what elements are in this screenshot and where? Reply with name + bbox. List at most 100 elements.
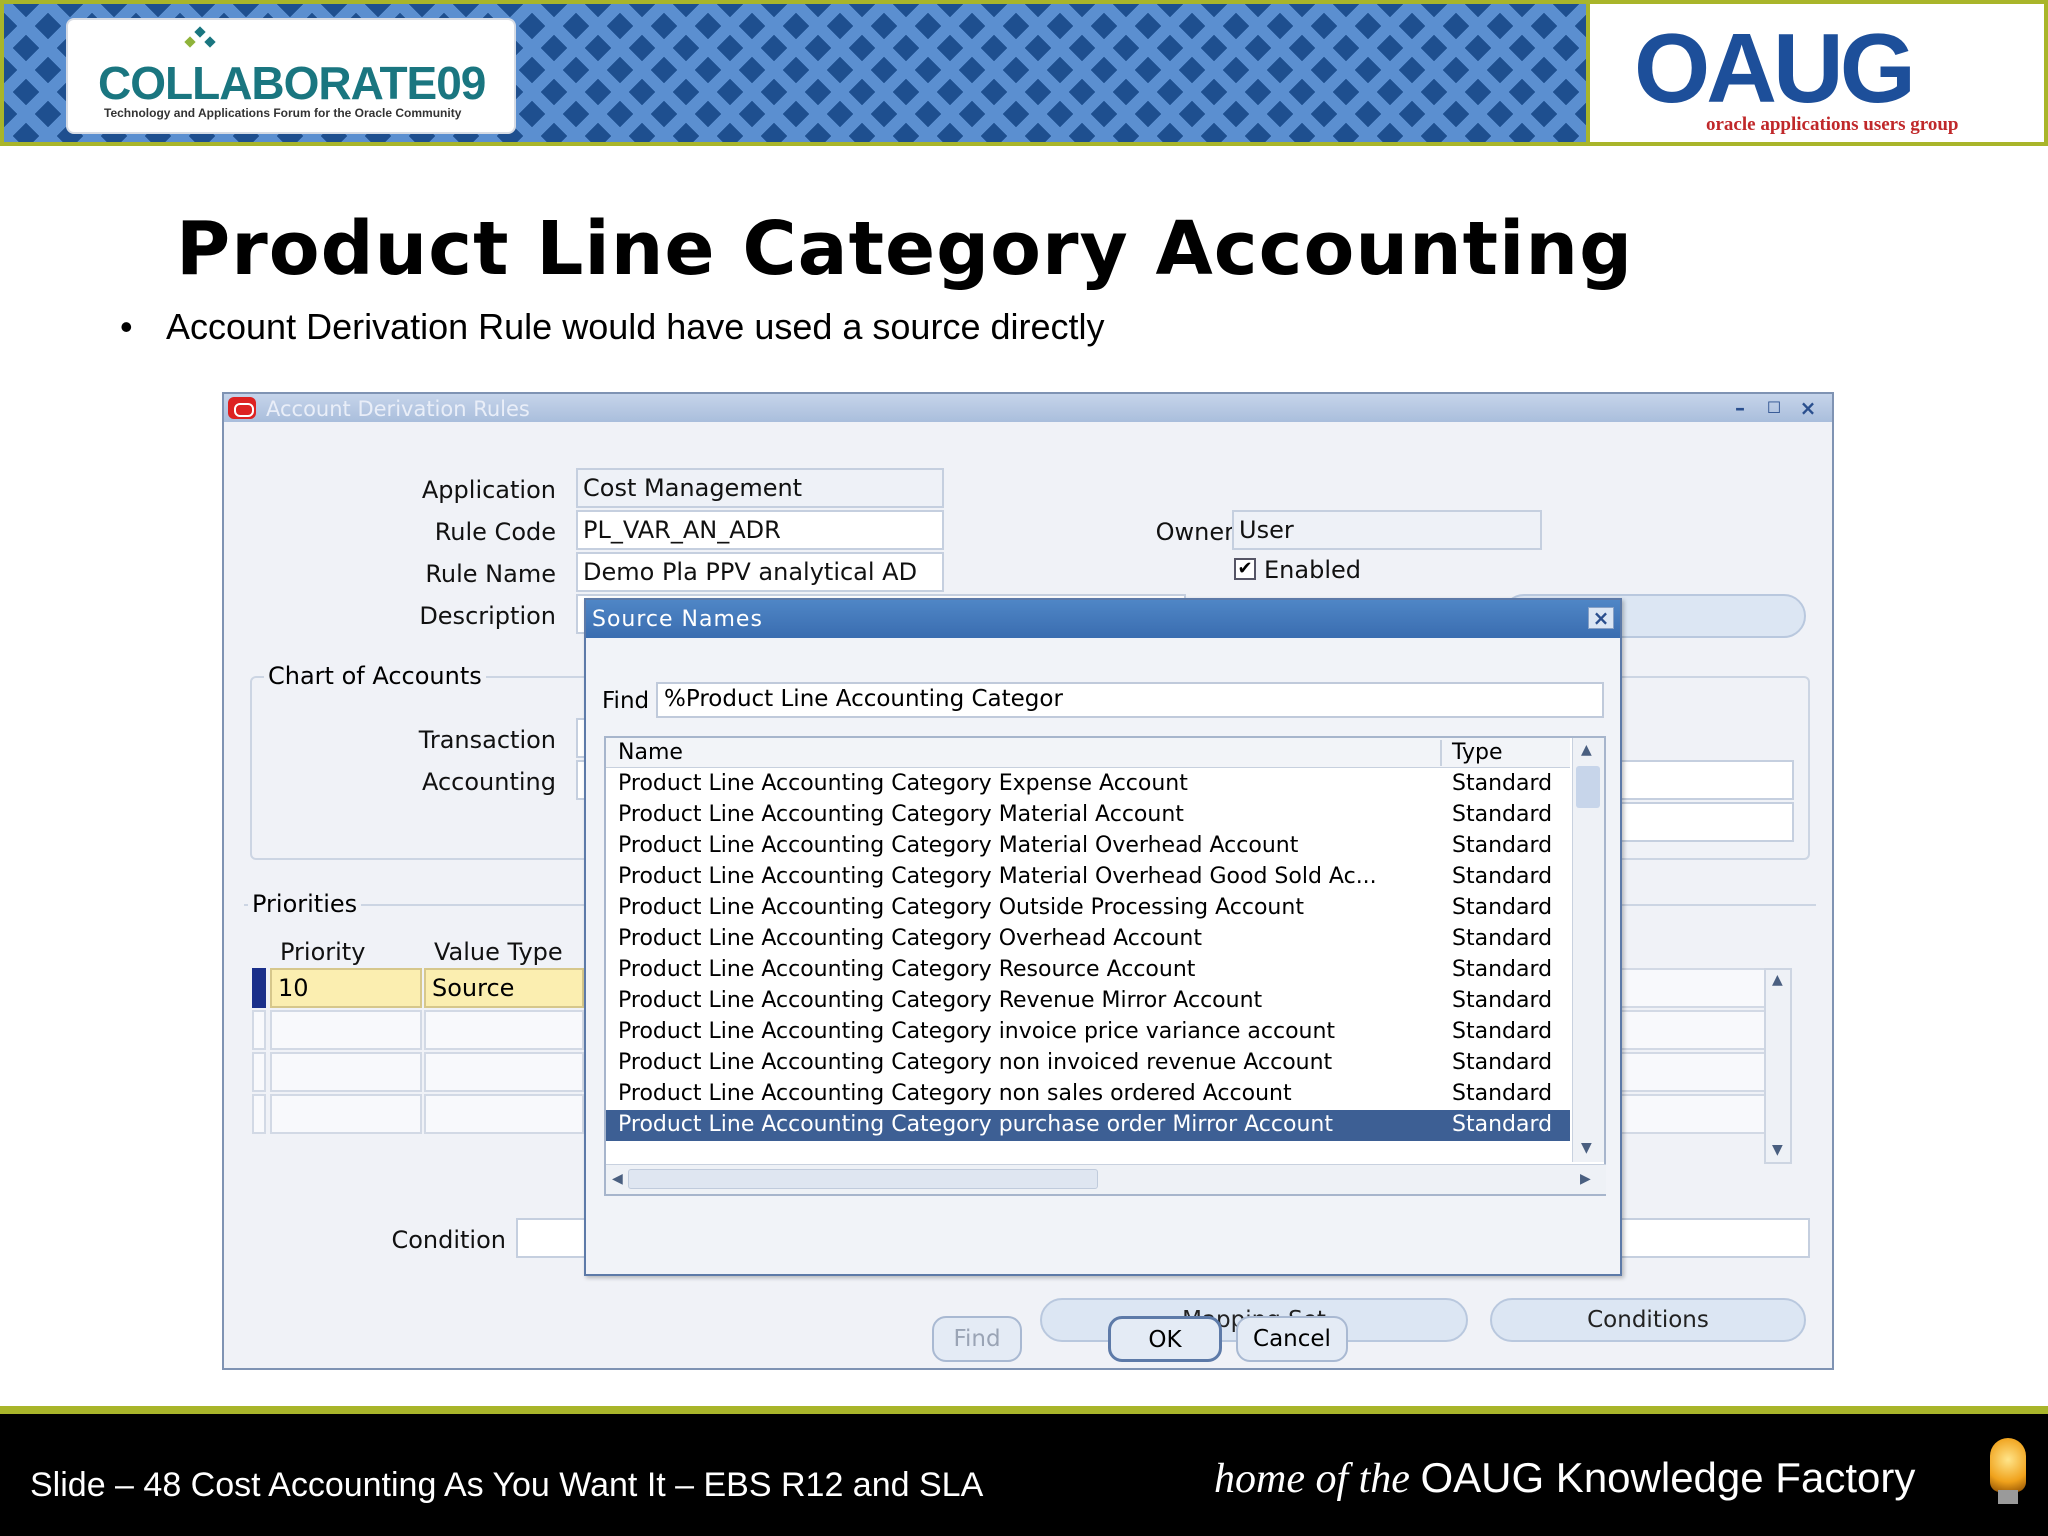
oaug-name: OAUG xyxy=(1634,13,1916,123)
window-titlebar: Account Derivation Rules – ☐ × xyxy=(224,394,1832,422)
list-row[interactable]: Product Line Accounting Category Revenue… xyxy=(606,986,1570,1017)
list-row[interactable]: Product Line Accounting Category Outside… xyxy=(606,893,1570,924)
enabled-checkbox[interactable]: ✔ xyxy=(1234,558,1256,580)
rule-code-label: Rule Code xyxy=(434,518,556,546)
dialog-title: Source Names xyxy=(592,607,763,632)
source-name-cell: Product Line Accounting Category Materia… xyxy=(618,802,1184,827)
list-row[interactable]: Product Line Accounting Category non inv… xyxy=(606,1048,1570,1079)
source-type-cell: Standard xyxy=(1452,802,1553,827)
footer-knowledge-factory: home of the OAUG Knowledge Factory xyxy=(1214,1454,1915,1503)
name-column-header[interactable]: Name xyxy=(618,740,683,765)
scroll-down-icon[interactable]: ▼ xyxy=(1581,1140,1592,1156)
list-vertical-scrollbar[interactable]: ▲ ▼ xyxy=(1572,738,1604,1162)
scroll-left-icon[interactable]: ◀ xyxy=(612,1171,623,1187)
collaborate-name: COLLABORATE09 xyxy=(98,57,486,109)
value-type-cell[interactable] xyxy=(424,1094,584,1134)
source-type-cell: Standard xyxy=(1452,957,1553,982)
type-column-header[interactable]: Type xyxy=(1452,740,1503,765)
close-icon[interactable]: × xyxy=(1796,398,1820,418)
rule-name-field[interactable]: Demo Pla PPV analytical AD xyxy=(576,552,944,592)
scroll-down-icon[interactable]: ▼ xyxy=(1772,1142,1783,1158)
collaborate-tagline: Technology and Applications Forum for th… xyxy=(104,106,462,120)
source-name-cell: Product Line Accounting Category Materia… xyxy=(618,864,1377,889)
priority-value-cell[interactable] xyxy=(1620,1094,1786,1134)
value-type-cell[interactable]: Source xyxy=(424,968,584,1008)
banner-pattern: COLLABORATE09 Technology and Application… xyxy=(0,0,1590,146)
column-separator[interactable] xyxy=(1440,740,1442,766)
transaction-label: Transaction xyxy=(418,726,556,754)
list-row[interactable]: Product Line Accounting Category purchas… xyxy=(606,1110,1570,1141)
application-field[interactable]: Cost Management xyxy=(576,468,944,508)
row-marker[interactable] xyxy=(252,1052,266,1092)
footer-right-suffix: OAUG Knowledge Factory xyxy=(1420,1454,1916,1501)
priority-column-header: Priority xyxy=(280,938,366,966)
source-name-cell: Product Line Accounting Category non inv… xyxy=(618,1050,1333,1075)
source-names-dialog: Source Names × Find %Product Line Accoun… xyxy=(584,598,1622,1362)
ok-button[interactable]: OK xyxy=(1108,1316,1222,1362)
footer-slide-caption: Slide – 48 Cost Accounting As You Want I… xyxy=(30,1466,984,1504)
enabled-label: Enabled xyxy=(1264,556,1361,584)
list-horizontal-scrollbar[interactable]: ◀ ▶ xyxy=(606,1164,1606,1194)
list-row[interactable]: Product Line Accounting Category Materia… xyxy=(606,800,1570,831)
cancel-button[interactable]: Cancel xyxy=(1236,1316,1348,1362)
priority-value-cell[interactable] xyxy=(1620,968,1786,1008)
find-button[interactable]: Find xyxy=(932,1316,1022,1362)
rule-code-field[interactable]: PL_VAR_AN_ADR xyxy=(576,510,944,550)
lightbulb-icon xyxy=(1990,1438,2026,1492)
bullet-point: • Account Derivation Rule would have used… xyxy=(120,306,1105,348)
maximize-icon[interactable]: ☐ xyxy=(1762,398,1786,418)
priority-value-cell[interactable] xyxy=(1620,1010,1786,1050)
oaug-logo-area: OAUG oracle applications users group xyxy=(1590,0,2048,146)
list-row[interactable]: Product Line Accounting Category Expense… xyxy=(606,769,1570,800)
list-row[interactable]: Product Line Accounting Category Resourc… xyxy=(606,955,1570,986)
value-type-cell[interactable] xyxy=(424,1010,584,1050)
list-row[interactable]: Product Line Accounting Category Materia… xyxy=(606,862,1570,893)
bullet-text: Account Derivation Rule would have used … xyxy=(166,306,1105,347)
source-name-cell: Product Line Accounting Category Resourc… xyxy=(618,957,1196,982)
scroll-up-icon[interactable]: ▲ xyxy=(1581,742,1592,758)
list-row[interactable]: Product Line Accounting Category invoice… xyxy=(606,1017,1570,1048)
oracle-app-icon xyxy=(228,397,256,419)
dialog-close-icon[interactable]: × xyxy=(1588,607,1614,629)
priority-cell[interactable]: 10 xyxy=(270,968,422,1008)
source-type-cell: Standard xyxy=(1452,926,1553,951)
bullet-dot-icon: • xyxy=(120,306,133,347)
description-label: Description xyxy=(419,602,556,630)
source-type-cell: Standard xyxy=(1452,771,1553,796)
source-name-cell: Product Line Accounting Category Overhea… xyxy=(618,926,1202,951)
source-name-cell: Product Line Accounting Category Revenue… xyxy=(618,988,1263,1013)
list-row[interactable]: Product Line Accounting Category non sal… xyxy=(606,1079,1570,1110)
list-row[interactable]: Product Line Accounting Category Materia… xyxy=(606,831,1570,862)
minimize-icon[interactable]: – xyxy=(1728,398,1752,418)
priorities-scrollbar[interactable]: ▲ ▼ xyxy=(1764,968,1792,1164)
source-type-cell: Standard xyxy=(1452,833,1553,858)
source-names-list: Name Type Product Line Accounting Catego… xyxy=(604,736,1606,1196)
list-row[interactable]: Product Line Accounting Category Overhea… xyxy=(606,924,1570,955)
priority-cell[interactable] xyxy=(270,1094,422,1134)
find-input[interactable]: %Product Line Accounting Categor xyxy=(656,682,1604,718)
scroll-up-icon[interactable]: ▲ xyxy=(1772,972,1783,988)
conditions-button[interactable]: Conditions xyxy=(1490,1298,1806,1342)
priority-value-cell[interactable] xyxy=(1620,1052,1786,1092)
scroll-thumb[interactable] xyxy=(628,1169,1098,1189)
source-type-cell: Standard xyxy=(1452,1081,1553,1106)
source-name-cell: Product Line Accounting Category non sal… xyxy=(618,1081,1292,1106)
row-marker[interactable] xyxy=(252,1094,266,1134)
row-marker[interactable] xyxy=(252,1010,266,1050)
source-name-cell: Product Line Accounting Category Materia… xyxy=(618,833,1299,858)
priority-cell[interactable] xyxy=(270,1052,422,1092)
owner-label: Owner xyxy=(1155,518,1234,546)
source-name-cell: Product Line Accounting Category Outside… xyxy=(618,895,1304,920)
source-type-cell: Standard xyxy=(1452,1019,1553,1044)
scroll-right-icon[interactable]: ▶ xyxy=(1580,1171,1591,1187)
row-marker-active[interactable] xyxy=(252,968,266,1008)
condition-field-right[interactable] xyxy=(1620,1218,1810,1258)
transaction-coa-field-right[interactable] xyxy=(1620,760,1794,800)
scroll-thumb[interactable] xyxy=(1576,766,1600,808)
priority-cell[interactable] xyxy=(270,1010,422,1050)
oaug-tagline: oracle applications users group xyxy=(1706,114,1959,135)
accounting-coa-field-right[interactable] xyxy=(1620,802,1794,842)
accounting-label: Accounting xyxy=(421,768,556,796)
owner-field[interactable]: User xyxy=(1232,510,1542,550)
value-type-cell[interactable] xyxy=(424,1052,584,1092)
